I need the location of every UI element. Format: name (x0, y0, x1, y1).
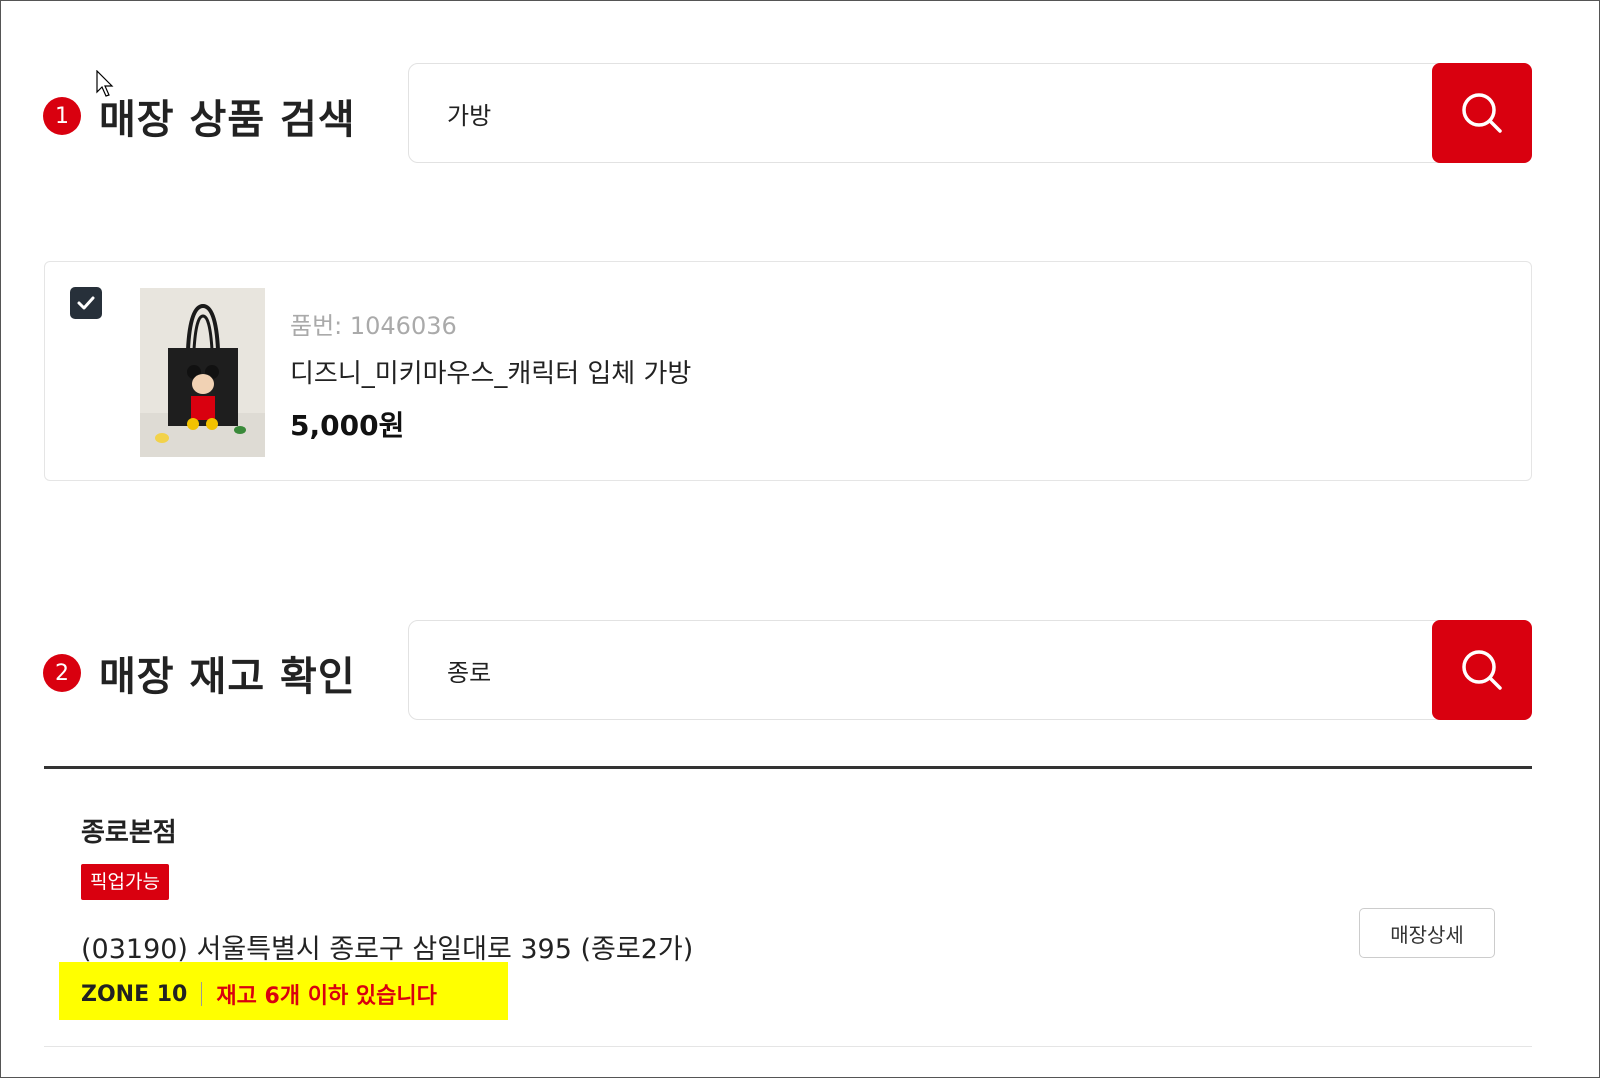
stock-status: 재고 6개 이하 있습니다 (216, 984, 437, 1009)
product-search-box (408, 63, 1532, 163)
product-name[interactable]: 디즈니_미키마우스_캐릭터 입체 가방 (290, 353, 691, 390)
stock-search-box (408, 620, 1532, 720)
store-detail-button[interactable]: 매장상세 (1359, 908, 1495, 958)
product-code: 품번: 1046036 (290, 312, 457, 340)
product-checkbox[interactable] (70, 287, 102, 319)
stock-info: ZONE 10 재고 6개 이하 있습니다 (81, 978, 437, 1010)
section-title: 매장 상품 검색 (99, 97, 356, 143)
product-image[interactable] (140, 288, 265, 457)
pickup-badge: 픽업가능 (81, 864, 169, 900)
mouse-cursor-icon (96, 70, 114, 97)
search-icon (1462, 93, 1502, 133)
store-address: (03190) 서울특별시 종로구 삼일대로 395 (종로2가) (81, 934, 694, 965)
checkmark-icon (77, 296, 95, 310)
zone-label: ZONE 10 (81, 981, 188, 1007)
step-number-badge: 1 (43, 97, 81, 135)
section-title: 매장 재고 확인 (99, 654, 356, 700)
step-number-badge: 2 (43, 654, 81, 692)
product-search-button[interactable] (1432, 63, 1532, 163)
separator (201, 982, 203, 1006)
search-icon (1462, 650, 1502, 690)
store-search-button[interactable] (1432, 620, 1532, 720)
stock-search-heading: 2 매장 재고 확인 (43, 644, 356, 702)
bottom-divider (44, 1046, 1532, 1047)
product-search-input[interactable] (447, 64, 1407, 162)
product-card[interactable]: 품번: 1046036 디즈니_미키마우스_캐릭터 입체 가방 5,000원 (44, 261, 1532, 481)
results-divider (44, 766, 1532, 769)
product-price: 5,000원 (290, 409, 405, 442)
store-name: 종로본점 (81, 818, 177, 848)
store-search-input[interactable] (447, 621, 1407, 719)
product-search-heading: 1 매장 상품 검색 (43, 87, 356, 145)
